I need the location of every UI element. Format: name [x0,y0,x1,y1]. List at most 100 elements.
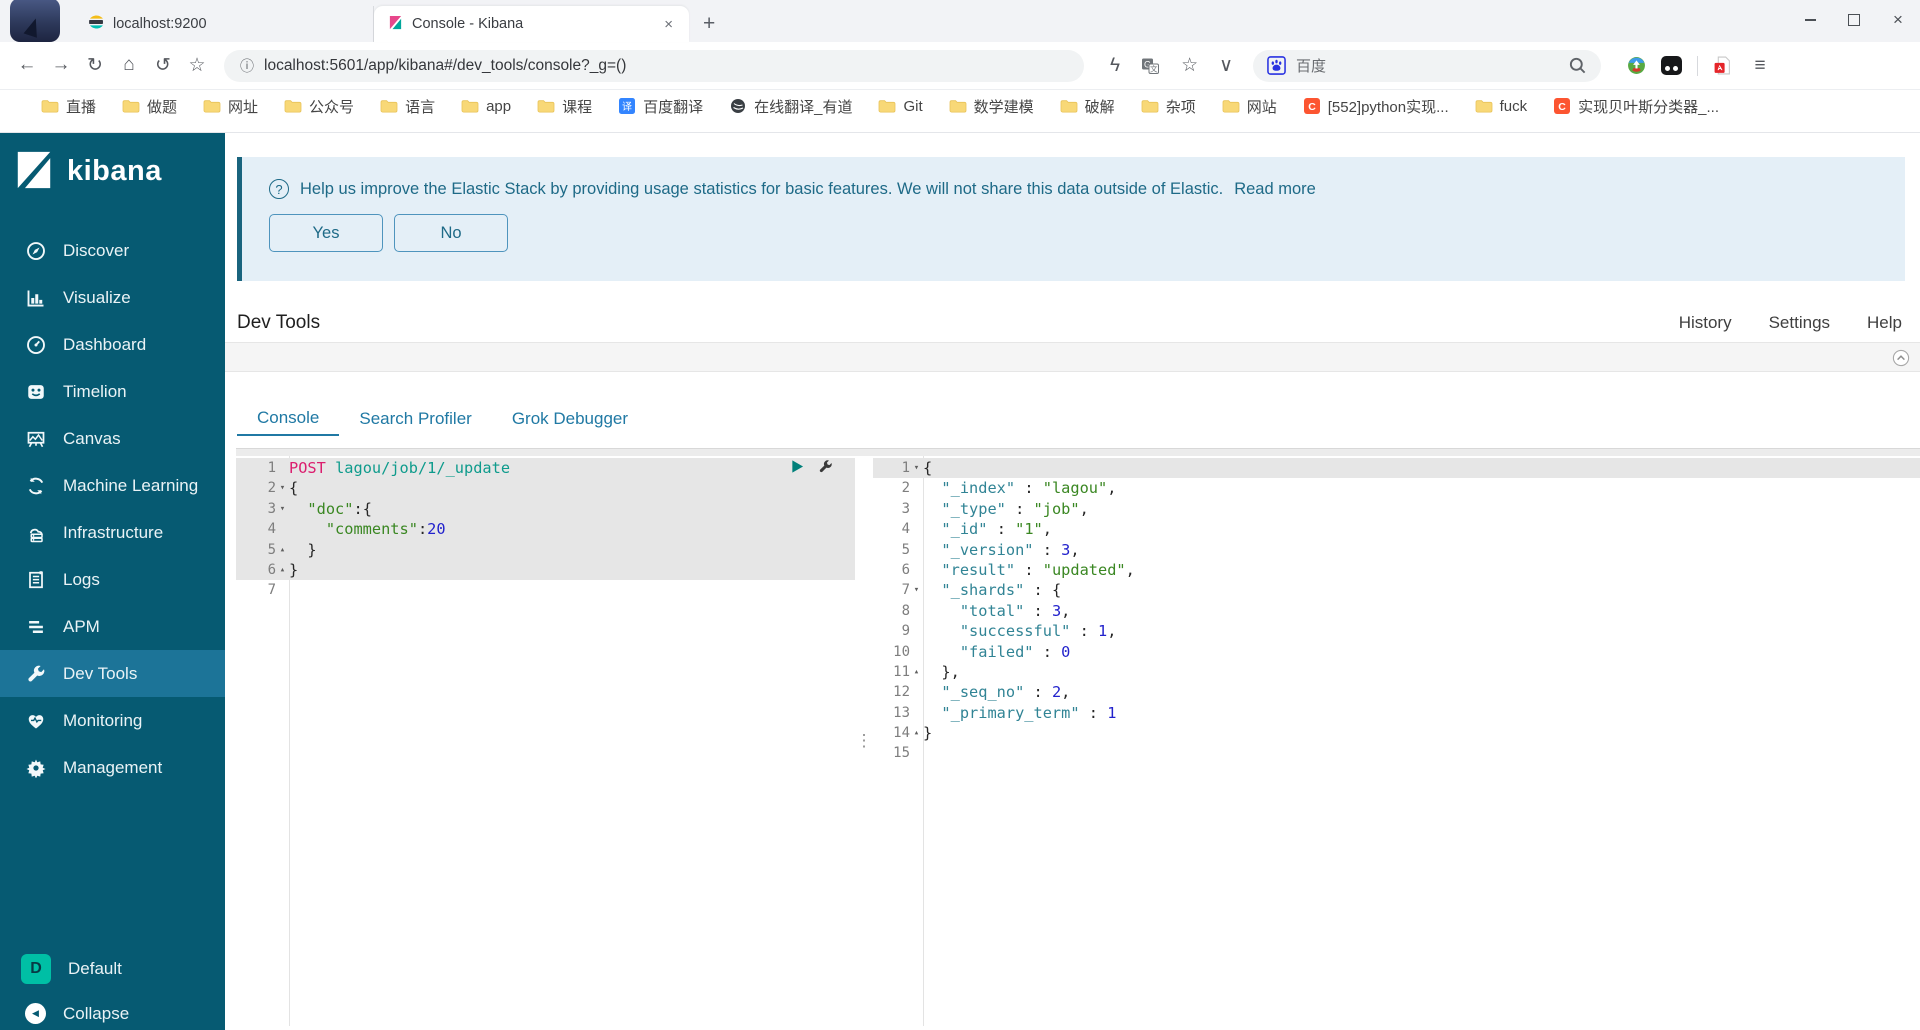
sidebar-item-machine-learning[interactable]: Machine Learning [0,462,225,509]
tab-search-profiler[interactable]: Search Profiler [339,402,491,436]
sidebar-item-dev-tools[interactable]: Dev Tools [0,650,225,697]
bookmark-item[interactable]: 译百度翻译 [605,96,716,117]
fold-close-icon[interactable]: ▴ [910,723,923,743]
fold-close-icon[interactable]: ▴ [276,540,289,560]
wrench-settings-icon[interactable] [818,459,833,474]
sidebar-item-default-space[interactable]: D Default [0,946,225,991]
translate-icon[interactable]: G文 [1141,56,1160,75]
lightning-icon[interactable]: ϟ [1110,55,1120,77]
sidebar-item-visualize[interactable]: Visualize [0,274,225,321]
close-button[interactable]: × [1876,0,1920,40]
code-line: 2 "_index" : "lagou", [873,478,1920,498]
kibana-logo[interactable]: kibana [13,148,225,194]
page-info-icon[interactable]: ⓘ [240,56,254,76]
bookmark-label: 在线翻译_有道 [754,98,853,116]
maximize-button[interactable] [1832,0,1876,40]
request-editor[interactable]: 1 POST lagou/job/1/_update 2 ▾{3 ▾ "doc":{4 … [236,456,855,1026]
fold-close-icon[interactable]: ▴ [276,560,289,580]
kibana-main: ? Help us improve the Elastic Stack by p… [225,133,1920,1030]
bookmark-item[interactable]: fuck [1462,98,1541,115]
bookmark-item[interactable]: C [552]python实现... [1290,96,1462,117]
sidebar-item-label: Canvas [63,428,121,448]
dropdown-chevron-icon[interactable]: ∨ [1219,54,1233,77]
pdf-icon[interactable] [1713,56,1732,75]
back-icon[interactable]: ← [14,54,40,77]
bookmark-item[interactable]: Git [865,98,935,115]
logs-icon [26,570,46,590]
bookmark-item[interactable]: 做题 [109,96,190,117]
bookmark-item[interactable]: 在线翻译_有道 [716,96,865,117]
bookmark-item[interactable]: C 实现贝叶斯分类器_... [1540,96,1732,117]
code-text: "result" : "updated", [941,560,1135,579]
bookmark-item[interactable]: 数学建模 [936,96,1047,117]
timelion-icon [26,382,46,402]
sidebar-item-management[interactable]: Management [0,744,225,791]
url-text[interactable]: localhost:5601/app/kibana#/dev_tools/con… [264,57,626,75]
tab-grok-debugger[interactable]: Grok Debugger [492,402,648,436]
code-line: 9 "successful" : 1, [873,621,1920,641]
no-button[interactable]: No [394,214,508,252]
bookmark-item[interactable]: 网址 [190,96,271,117]
fold-open-icon[interactable]: ▾ [910,580,923,600]
refresh-icon[interactable]: ↻ [82,54,108,77]
profile-avatar[interactable] [10,0,60,42]
bookmark-item[interactable]: 破解 [1047,96,1128,117]
response-viewer[interactable]: 1 ▾{2 "_index" : "lagou", 3 "_type" : "job… [873,456,1920,1026]
sidebar-item-dashboard[interactable]: Dashboard [0,321,225,368]
menu-icon[interactable]: ≡ [1747,55,1773,77]
sidebar-item-infrastructure[interactable]: Infrastructure [0,509,225,556]
menu-history[interactable]: History [1679,313,1732,333]
bookmark-item[interactable]: 课程 [524,96,605,117]
space-badge: D [21,953,51,984]
browser-tab-kibana[interactable]: Console - Kibana × [374,6,689,42]
bookmark-item[interactable]: 网站 [1209,96,1290,117]
sidebar-item-discover[interactable]: Discover [0,227,225,274]
sidebar-item-timelion[interactable]: Timelion [0,368,225,415]
home-icon[interactable]: ⌂ [116,54,142,77]
devtools-menu: History Settings Help [1679,313,1902,333]
star-outline-icon[interactable]: ☆ [184,54,210,77]
star-outline-icon[interactable]: ☆ [1181,54,1198,77]
sidebar-item-monitoring[interactable]: Monitoring [0,697,225,744]
search-icon[interactable] [1568,56,1587,75]
bookmark-item[interactable]: 公众号 [271,96,367,117]
browser-tab-elasticsearch[interactable]: localhost:9200 [74,6,374,42]
extension-icon[interactable] [1661,56,1683,75]
yes-button[interactable]: Yes [269,214,383,252]
idm-icon[interactable] [1627,56,1646,75]
bookmark-item[interactable]: app [448,98,524,115]
code-text: "_type" : "job", [941,499,1089,518]
fold-open-icon[interactable]: ▾ [276,499,289,519]
fold-open-icon[interactable]: ▾ [910,458,923,478]
fold-close-icon[interactable]: ▴ [910,662,923,682]
menu-help[interactable]: Help [1867,313,1902,333]
browser-search-box[interactable]: 百度 [1253,49,1602,82]
bookmark-label: 数学建模 [973,98,1034,116]
bookmark-item[interactable]: 语言 [367,96,448,117]
send-request-button[interactable] [790,459,805,474]
new-tab-button[interactable]: + [689,12,729,36]
tab-console[interactable]: Console [237,402,340,436]
tab-close-icon[interactable]: × [662,16,675,33]
code-text: "doc":{ [307,499,372,518]
browser-window: localhost:9200 Console - Kibana × + × ← →… [0,0,1920,1030]
svg-text:C: C [1558,101,1566,113]
pane-resize-handle[interactable]: ⋮ [855,456,873,1026]
minimize-button[interactable] [1788,0,1832,40]
address-bar[interactable]: ⓘ localhost:5601/app/kibana#/dev_tools/c… [224,49,1084,82]
menu-settings[interactable]: Settings [1769,313,1830,333]
sidebar-collapse-button[interactable]: ◀ Collapse [0,991,225,1030]
code-text: } [923,724,933,743]
sidebar-item-logs[interactable]: Logs [0,556,225,603]
read-more-link[interactable]: Read more [1234,180,1316,199]
collapse-banner-icon[interactable] [1892,349,1910,367]
bookmark-item[interactable]: 直播 [28,96,109,117]
sidebar-item-apm[interactable]: APM [0,603,225,650]
bookmark-label: fuck [1499,97,1528,115]
forward-icon[interactable]: → [48,54,74,77]
code-text: "comments":20 [325,520,446,539]
sidebar-item-canvas[interactable]: Canvas [0,415,225,462]
bookmark-item[interactable]: 杂项 [1128,96,1209,117]
undo-icon[interactable]: ↺ [150,54,176,77]
fold-open-icon[interactable]: ▾ [276,478,289,498]
